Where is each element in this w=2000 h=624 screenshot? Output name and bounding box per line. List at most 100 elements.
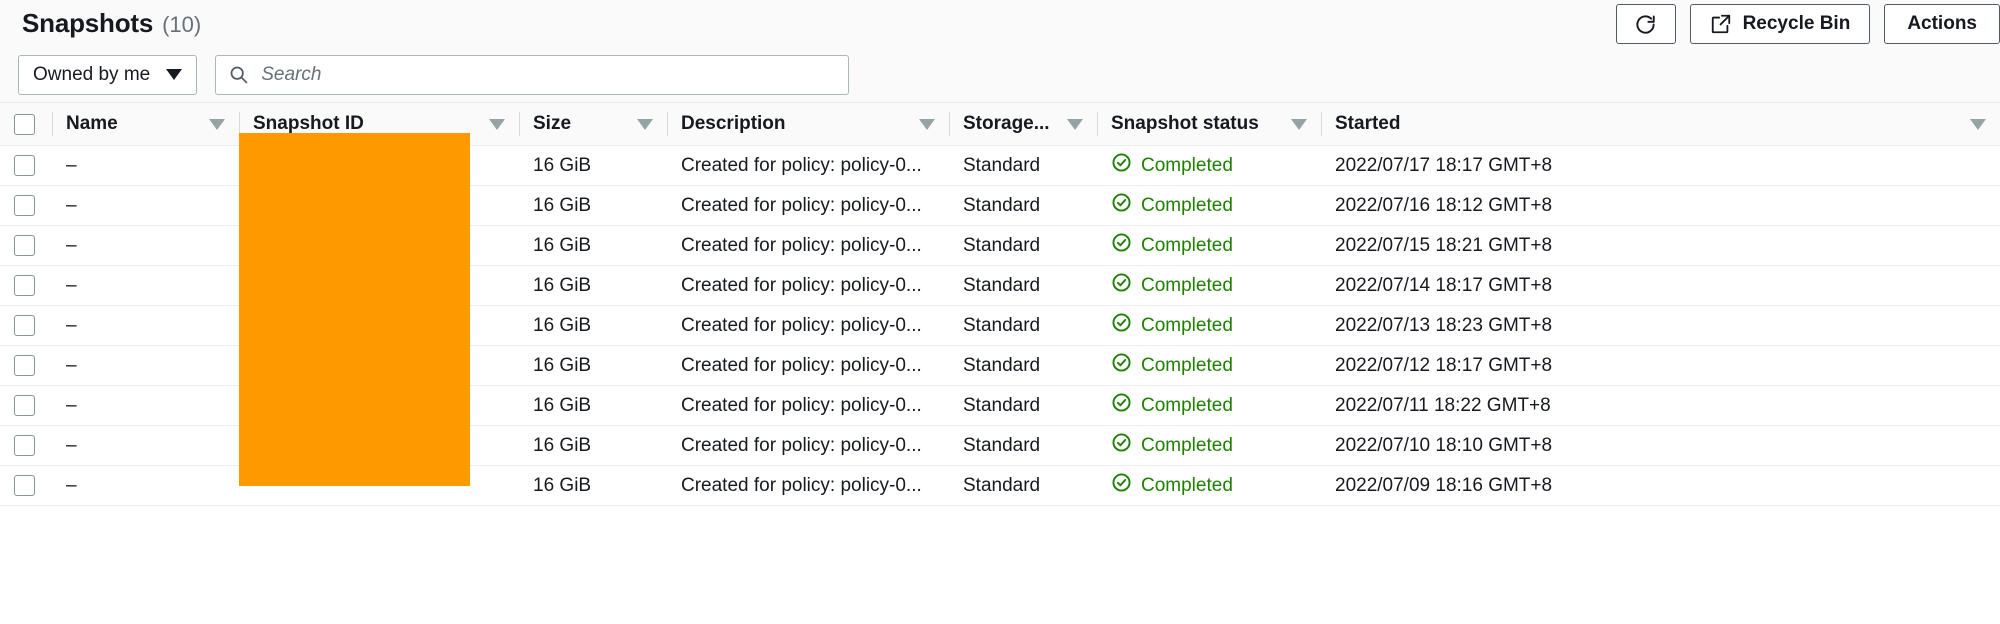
cell-snapshot-status: Completed	[1097, 185, 1321, 226]
snapshot-count: (10)	[162, 12, 202, 37]
cell-name: –	[52, 465, 239, 506]
search-input[interactable]	[261, 63, 837, 86]
row-select-cell	[0, 145, 52, 186]
row-checkbox[interactable]	[14, 395, 35, 416]
cell-description: Created for policy: policy-0...	[667, 185, 949, 226]
cell-name: –	[52, 225, 239, 266]
storage-tier-value: Standard	[963, 194, 1041, 216]
cell-description: Created for policy: policy-0...	[667, 465, 949, 506]
sort-caret-icon[interactable]	[1970, 118, 1986, 130]
description-value: Created for policy: policy-0...	[681, 314, 922, 336]
sort-caret-icon[interactable]	[1291, 118, 1307, 130]
row-checkbox[interactable]	[14, 315, 35, 336]
name-value: –	[66, 474, 77, 496]
column-header-started[interactable]: Started	[1321, 102, 2000, 146]
column-header-size[interactable]: Size	[519, 102, 667, 146]
row-select-cell	[0, 305, 52, 346]
started-value: 2022/07/16 18:12 GMT+8	[1335, 194, 1553, 216]
column-divider	[667, 112, 668, 136]
column-header-description[interactable]: Description	[667, 102, 949, 146]
row-checkbox[interactable]	[14, 195, 35, 216]
row-checkbox[interactable]	[14, 435, 35, 456]
row-checkbox[interactable]	[14, 355, 35, 376]
sort-caret-icon[interactable]	[919, 118, 935, 130]
cell-description: Created for policy: policy-0...	[667, 385, 949, 426]
cell-size: 16 GiB	[519, 425, 667, 466]
external-link-icon	[1710, 13, 1732, 35]
status-value: Completed	[1141, 234, 1233, 256]
snapshots-console: Snapshots (10) Recycle Bin Actions Owned…	[0, 0, 2000, 624]
size-value: 16 GiB	[533, 154, 592, 176]
cell-snapshot-status: Completed	[1097, 305, 1321, 346]
started-value: 2022/07/13 18:23 GMT+8	[1335, 314, 1553, 336]
cell-started: 2022/07/12 18:17 GMT+8	[1321, 345, 2000, 386]
row-checkbox[interactable]	[14, 275, 35, 296]
started-value: 2022/07/15 18:21 GMT+8	[1335, 234, 1553, 256]
started-value: 2022/07/09 18:16 GMT+8	[1335, 474, 1553, 496]
description-value: Created for policy: policy-0...	[681, 194, 922, 216]
row-checkbox[interactable]	[14, 235, 35, 256]
sort-caret-icon[interactable]	[209, 118, 225, 130]
cell-started: 2022/07/11 18:22 GMT+8	[1321, 385, 2000, 426]
owner-filter-dropdown[interactable]: Owned by me	[18, 54, 198, 95]
check-circle-icon	[1111, 272, 1132, 299]
cell-storage-tier: Standard	[949, 465, 1097, 506]
cell-storage-tier: Standard	[949, 305, 1097, 346]
sort-caret-icon[interactable]	[1067, 118, 1083, 130]
started-value: 2022/07/17 18:17 GMT+8	[1335, 154, 1553, 176]
search-box[interactable]	[215, 54, 850, 95]
check-circle-icon	[1111, 232, 1132, 259]
row-select-cell	[0, 465, 52, 506]
cell-snapshot-status: Completed	[1097, 265, 1321, 306]
name-value: –	[66, 434, 77, 456]
cell-size: 16 GiB	[519, 385, 667, 426]
column-divider	[519, 112, 520, 136]
cell-size: 16 GiB	[519, 265, 667, 306]
panel-header: Snapshots (10) Recycle Bin Actions	[0, 0, 2000, 47]
name-value: –	[66, 274, 77, 296]
size-value: 16 GiB	[533, 394, 592, 416]
sort-caret-icon[interactable]	[489, 118, 505, 130]
select-all-checkbox[interactable]	[14, 113, 35, 135]
cell-snapshot-status: Completed	[1097, 465, 1321, 506]
refresh-button[interactable]	[1615, 4, 1676, 44]
row-select-cell	[0, 185, 52, 226]
header-actions: Recycle Bin Actions	[1615, 4, 2000, 44]
cell-storage-tier: Standard	[949, 265, 1097, 306]
column-header-name[interactable]: Name	[52, 102, 239, 146]
cell-name: –	[52, 145, 239, 186]
name-value: –	[66, 194, 77, 216]
status-value: Completed	[1141, 154, 1233, 176]
size-value: 16 GiB	[533, 234, 592, 256]
storage-tier-value: Standard	[963, 394, 1041, 416]
cell-started: 2022/07/16 18:12 GMT+8	[1321, 185, 2000, 226]
page-title: Snapshots	[22, 8, 154, 38]
cell-size: 16 GiB	[519, 225, 667, 266]
column-divider	[52, 112, 53, 136]
name-value: –	[66, 234, 77, 256]
started-value: 2022/07/14 18:17 GMT+8	[1335, 274, 1553, 296]
row-checkbox[interactable]	[14, 475, 35, 496]
column-label-name: Name	[66, 113, 118, 134]
check-circle-icon	[1111, 432, 1132, 459]
cell-storage-tier: Standard	[949, 185, 1097, 226]
actions-button[interactable]: Actions	[1884, 4, 2000, 44]
snapshot-id-active-underline	[239, 133, 470, 136]
recycle-bin-button[interactable]: Recycle Bin	[1689, 4, 1871, 44]
storage-tier-value: Standard	[963, 474, 1041, 496]
status-value: Completed	[1141, 474, 1233, 496]
cell-name: –	[52, 305, 239, 346]
column-header-storage-tier[interactable]: Storage...	[949, 102, 1097, 146]
description-value: Created for policy: policy-0...	[681, 474, 922, 496]
row-select-cell	[0, 225, 52, 266]
cell-started: 2022/07/15 18:21 GMT+8	[1321, 225, 2000, 266]
snapshot-id-redaction	[239, 135, 470, 486]
sort-caret-icon[interactable]	[637, 118, 653, 130]
storage-tier-value: Standard	[963, 354, 1041, 376]
cell-description: Created for policy: policy-0...	[667, 425, 949, 466]
row-checkbox[interactable]	[14, 155, 35, 176]
column-label-snapshot-id: Snapshot ID	[253, 113, 364, 134]
cell-description: Created for policy: policy-0...	[667, 305, 949, 346]
column-header-snapshot-status[interactable]: Snapshot status	[1097, 102, 1321, 146]
status-value: Completed	[1141, 394, 1233, 416]
